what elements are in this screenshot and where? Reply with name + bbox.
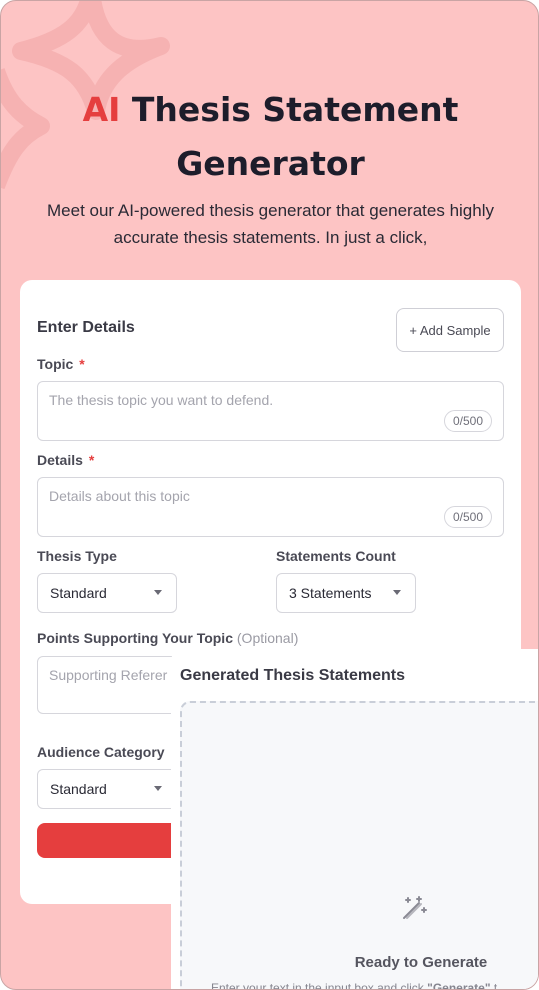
output-placeholder-area [180, 701, 538, 989]
topic-char-counter: 0/500 [443, 410, 492, 432]
title-line-1: Thesis Statement [131, 90, 459, 129]
details-label: Details * [37, 452, 94, 468]
supporting-points-placeholder: Supporting Referer [49, 667, 168, 683]
topic-label: Topic * [37, 356, 85, 372]
generated-statements-panel: Generated Thesis Statements Ready to Gen… [171, 649, 538, 990]
hint-generate-word: "Generate" [427, 981, 491, 990]
audience-select[interactable]: Standard [37, 769, 177, 809]
page-title: AI Thesis Statement Generator [1, 83, 538, 191]
supporting-points-label-text: Points Supporting Your Topic [37, 630, 233, 646]
thesis-type-label: Thesis Type [37, 548, 117, 564]
topic-placeholder: The thesis topic you want to defend. [49, 392, 274, 408]
generate-hint-text: Enter your text in the input box and cli… [211, 981, 498, 990]
title-accent: AI [82, 90, 121, 129]
generated-panel-title: Generated Thesis Statements [180, 667, 405, 684]
statements-count-select[interactable]: 3 Statements [276, 573, 416, 613]
statements-count-value: 3 Statements [289, 585, 372, 601]
thesis-type-value: Standard [50, 585, 107, 601]
audience-value: Standard [50, 781, 107, 797]
audience-label: Audience Category [37, 744, 165, 760]
page-frame: AI Thesis Statement Generator Meet our A… [0, 0, 539, 990]
add-sample-button[interactable]: + Add Sample [396, 308, 504, 352]
details-label-text: Details [37, 452, 83, 468]
thesis-type-select[interactable]: Standard [37, 573, 177, 613]
chevron-down-icon [393, 590, 401, 595]
topic-label-text: Topic [37, 356, 74, 372]
supporting-points-label: Points Supporting Your Topic (Optional) [37, 630, 298, 646]
details-char-counter: 0/500 [443, 506, 492, 528]
form-heading: Enter Details [37, 319, 135, 336]
details-placeholder: Details about this topic [49, 488, 190, 504]
ready-to-generate-text: Ready to Generate [354, 954, 488, 971]
hint-suffix: t [490, 981, 498, 990]
chevron-down-icon [154, 786, 162, 791]
magic-wand-icon [403, 896, 427, 919]
details-required-mark: * [88, 452, 95, 468]
title-line-2: Generator [176, 144, 365, 183]
chevron-down-icon [154, 590, 162, 595]
topic-required-mark: * [79, 356, 85, 372]
topic-input[interactable]: The thesis topic you want to defend. 0/5… [37, 381, 504, 441]
details-input[interactable]: Details about this topic 0/500 [37, 477, 504, 537]
supporting-points-optional: (Optional) [236, 630, 299, 646]
hint-prefix: Enter your text in the input box and cli… [211, 981, 428, 990]
statements-count-label: Statements Count [276, 548, 396, 564]
page-subtitle: Meet our AI-powered thesis generator tha… [47, 201, 494, 247]
